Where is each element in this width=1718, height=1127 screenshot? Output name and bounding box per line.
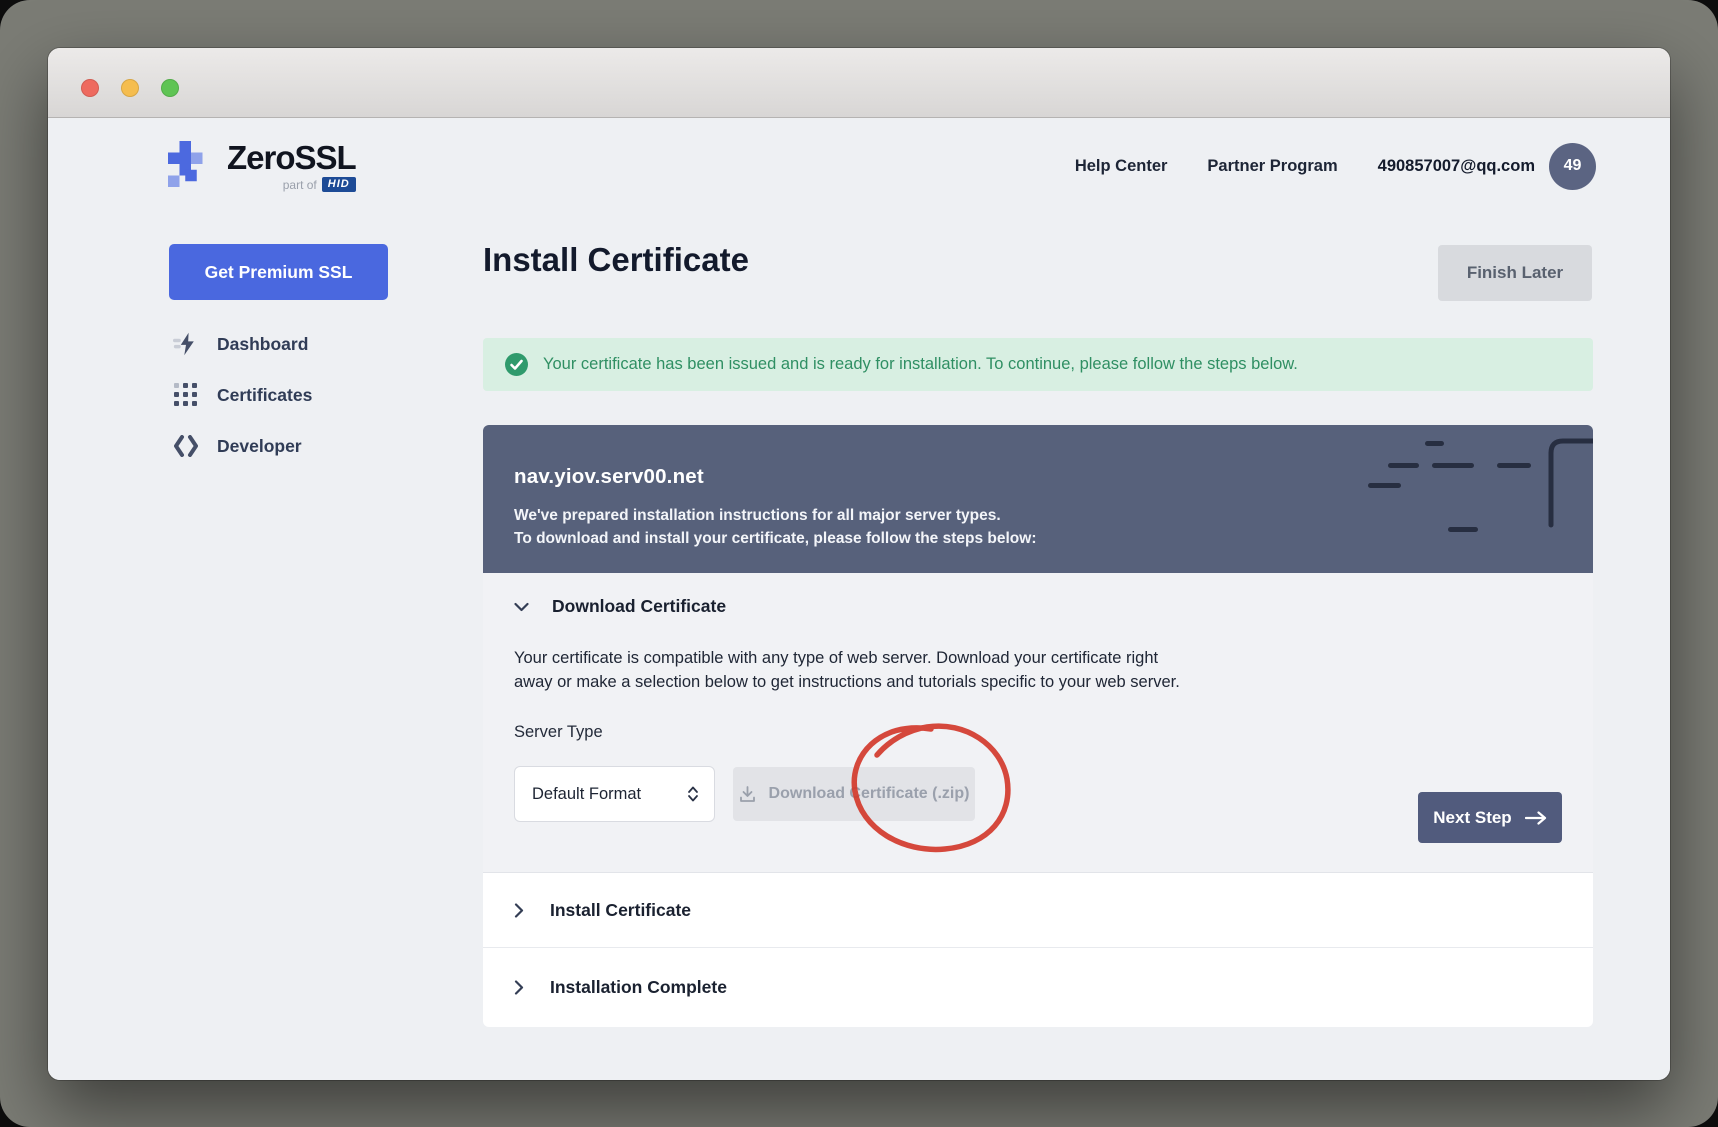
arrow-right-icon xyxy=(1525,811,1547,825)
desktop-backdrop: ZeroSSL part of HID Help Center Partner … xyxy=(0,0,1718,1127)
chevron-right-icon xyxy=(514,980,524,995)
sidebar-item-certificates[interactable]: Certificates xyxy=(173,380,403,410)
partner-program-link[interactable]: Partner Program xyxy=(1207,157,1337,176)
download-certificate-section: Download Certificate Your certificate is… xyxy=(483,573,1593,873)
certificate-domain: nav.yiov.serv00.net xyxy=(514,465,1593,489)
window-content: ZeroSSL part of HID Help Center Partner … xyxy=(48,119,1670,1080)
minimize-button[interactable] xyxy=(121,79,139,97)
account-email[interactable]: 490857007@qq.com xyxy=(1378,157,1535,176)
zerossl-logo[interactable]: ZeroSSL part of HID xyxy=(168,140,356,192)
brand-name: ZeroSSL xyxy=(227,140,356,176)
panel-line-2: To download and install your certificate… xyxy=(514,527,1593,550)
zoom-button[interactable] xyxy=(161,79,179,97)
install-certificate-row[interactable]: Install Certificate xyxy=(483,873,1593,948)
success-message: Your certificate has been issued and is … xyxy=(543,355,1298,374)
installation-complete-row[interactable]: Installation Complete xyxy=(483,948,1593,1027)
download-certificate-button[interactable]: Download Certificate (.zip) xyxy=(733,767,975,821)
sidebar-item-developer[interactable]: Developer xyxy=(173,431,403,461)
chevron-right-icon xyxy=(514,903,524,918)
header-nav: Help Center Partner Program 490857007@qq… xyxy=(1075,143,1596,190)
download-certificate-header[interactable]: Download Certificate xyxy=(514,596,726,617)
window-controls xyxy=(81,79,179,97)
zerossl-mark-icon xyxy=(168,140,214,188)
page-title: Install Certificate xyxy=(483,241,749,279)
close-button[interactable] xyxy=(81,79,99,97)
help-center-link[interactable]: Help Center xyxy=(1075,157,1168,176)
download-description: Your certificate is compatible with any … xyxy=(514,647,1180,694)
app-header: ZeroSSL part of HID Help Center Partner … xyxy=(168,133,1596,199)
hid-logo: HID xyxy=(322,177,356,192)
app-window: ZeroSSL part of HID Help Center Partner … xyxy=(48,48,1670,1080)
select-arrows-icon xyxy=(687,785,699,803)
download-icon xyxy=(739,786,756,803)
panel-line-1: We've prepared installation instructions… xyxy=(514,504,1593,527)
brand-tagline: part of HID xyxy=(283,177,356,192)
account-avatar[interactable]: 49 xyxy=(1549,143,1596,190)
next-step-button[interactable]: Next Step xyxy=(1418,792,1562,843)
sidebar-nav: Dashboard xyxy=(173,329,403,482)
server-type-value: Default Format xyxy=(532,785,641,804)
code-icon xyxy=(173,435,199,457)
window-titlebar xyxy=(48,48,1670,118)
lightning-icon xyxy=(173,331,199,357)
server-type-label: Server Type xyxy=(514,723,603,742)
check-circle-icon xyxy=(505,353,528,376)
get-premium-ssl-button[interactable]: Get Premium SSL xyxy=(169,244,388,300)
finish-later-button[interactable]: Finish Later xyxy=(1438,245,1592,301)
success-banner: Your certificate has been issued and is … xyxy=(483,338,1593,391)
map-lines-decoration xyxy=(483,425,1593,573)
server-type-select[interactable]: Default Format xyxy=(514,766,715,822)
sidebar-item-dashboard[interactable]: Dashboard xyxy=(173,329,403,359)
grid-icon xyxy=(173,383,199,407)
domain-panel: nav.yiov.serv00.net We've prepared insta… xyxy=(483,425,1593,573)
chevron-down-icon xyxy=(514,602,529,612)
